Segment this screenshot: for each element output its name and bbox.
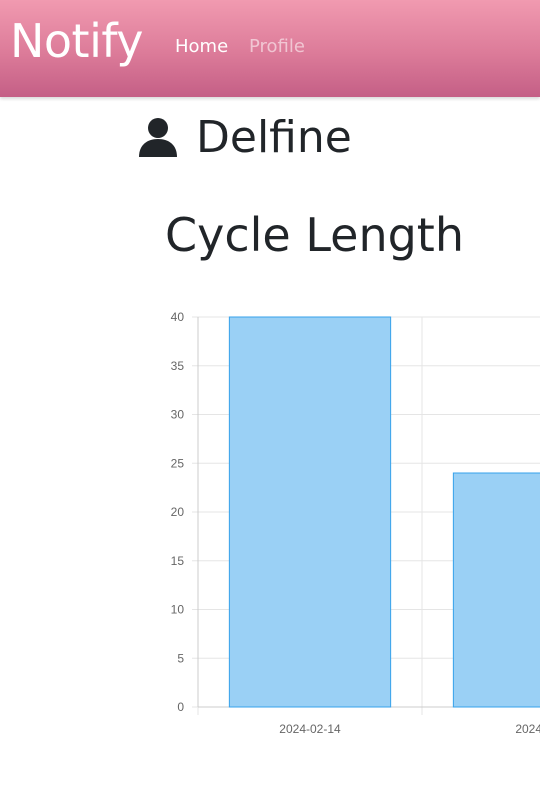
y-tick-label: 35 — [171, 359, 185, 373]
bar-chart: 0 5 10 15 20 25 30 35 40 2024-02-14 2024-0 — [171, 310, 540, 736]
brand-logo[interactable]: Notify — [10, 14, 143, 68]
x-tick-label: 2024-02-14 — [279, 722, 341, 736]
user-icon — [139, 118, 177, 157]
bar — [228, 316, 392, 708]
y-tick-label: 20 — [171, 505, 185, 519]
y-tick-label: 40 — [171, 310, 185, 324]
y-tick-label: 5 — [177, 651, 184, 665]
cycle-length-chart: 0 5 10 15 20 25 30 35 40 2024-02-14 2024-0 — [150, 300, 540, 750]
y-tick-label: 25 — [171, 456, 185, 470]
chart-title: Cycle Length — [165, 208, 464, 262]
y-tick-label: 0 — [177, 700, 184, 714]
x-tick-label: 2024-0 — [515, 722, 540, 736]
y-tick-label: 30 — [171, 408, 185, 422]
user-name: Delfine — [196, 111, 352, 163]
y-tick-label: 10 — [171, 603, 185, 617]
nav-link-home[interactable]: Home — [175, 36, 228, 57]
y-tick-label: 15 — [171, 554, 185, 568]
bar — [452, 472, 540, 708]
navbar: Notify Home Profile — [0, 0, 540, 97]
nav-link-profile[interactable]: Profile — [249, 36, 305, 57]
profile-header: Delfine — [138, 111, 352, 163]
